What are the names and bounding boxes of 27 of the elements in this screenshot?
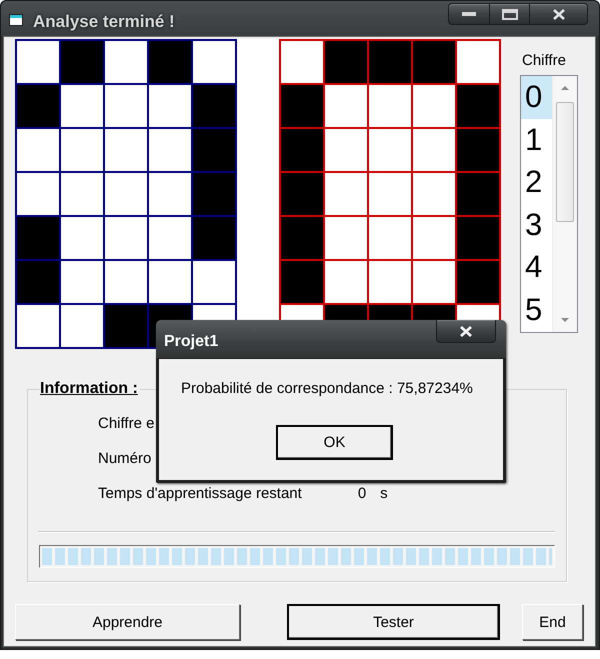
dialog-close-button[interactable]: [436, 320, 496, 343]
info-label: Numéro: [98, 450, 152, 468]
command-button[interactable]: Apprendre: [15, 604, 240, 640]
close-icon: [460, 326, 472, 336]
maximize-button[interactable]: [490, 3, 530, 25]
dialog-message: Probabilité de correspondance : 75,87234%: [181, 380, 473, 397]
ok-button[interactable]: OK: [276, 425, 393, 460]
dialog-title: Projet1: [164, 333, 218, 351]
window-title: Analyse terminé !: [33, 12, 175, 31]
scrollbar-thumb[interactable]: [556, 102, 574, 222]
up-arrow-icon: [561, 86, 569, 90]
minimize-button[interactable]: [448, 3, 490, 25]
info-value: 0: [358, 485, 366, 503]
list-label: Chiffre: [522, 52, 567, 69]
down-arrow-icon: [561, 318, 569, 322]
command-button[interactable]: End: [522, 604, 583, 640]
command-button[interactable]: Tester: [287, 604, 500, 640]
info-unit: s: [380, 485, 388, 503]
info-label: Temps d'apprentissage restant: [98, 485, 302, 503]
info-label: Chiffre e: [98, 415, 154, 433]
list-item[interactable]: 0: [521, 76, 552, 119]
minimize-icon: [462, 12, 476, 16]
window-icon: [9, 13, 23, 27]
close-icon: [552, 8, 564, 20]
maximize-icon: [502, 8, 518, 20]
group-title: Information :: [40, 380, 139, 398]
close-button[interactable]: [530, 3, 588, 25]
